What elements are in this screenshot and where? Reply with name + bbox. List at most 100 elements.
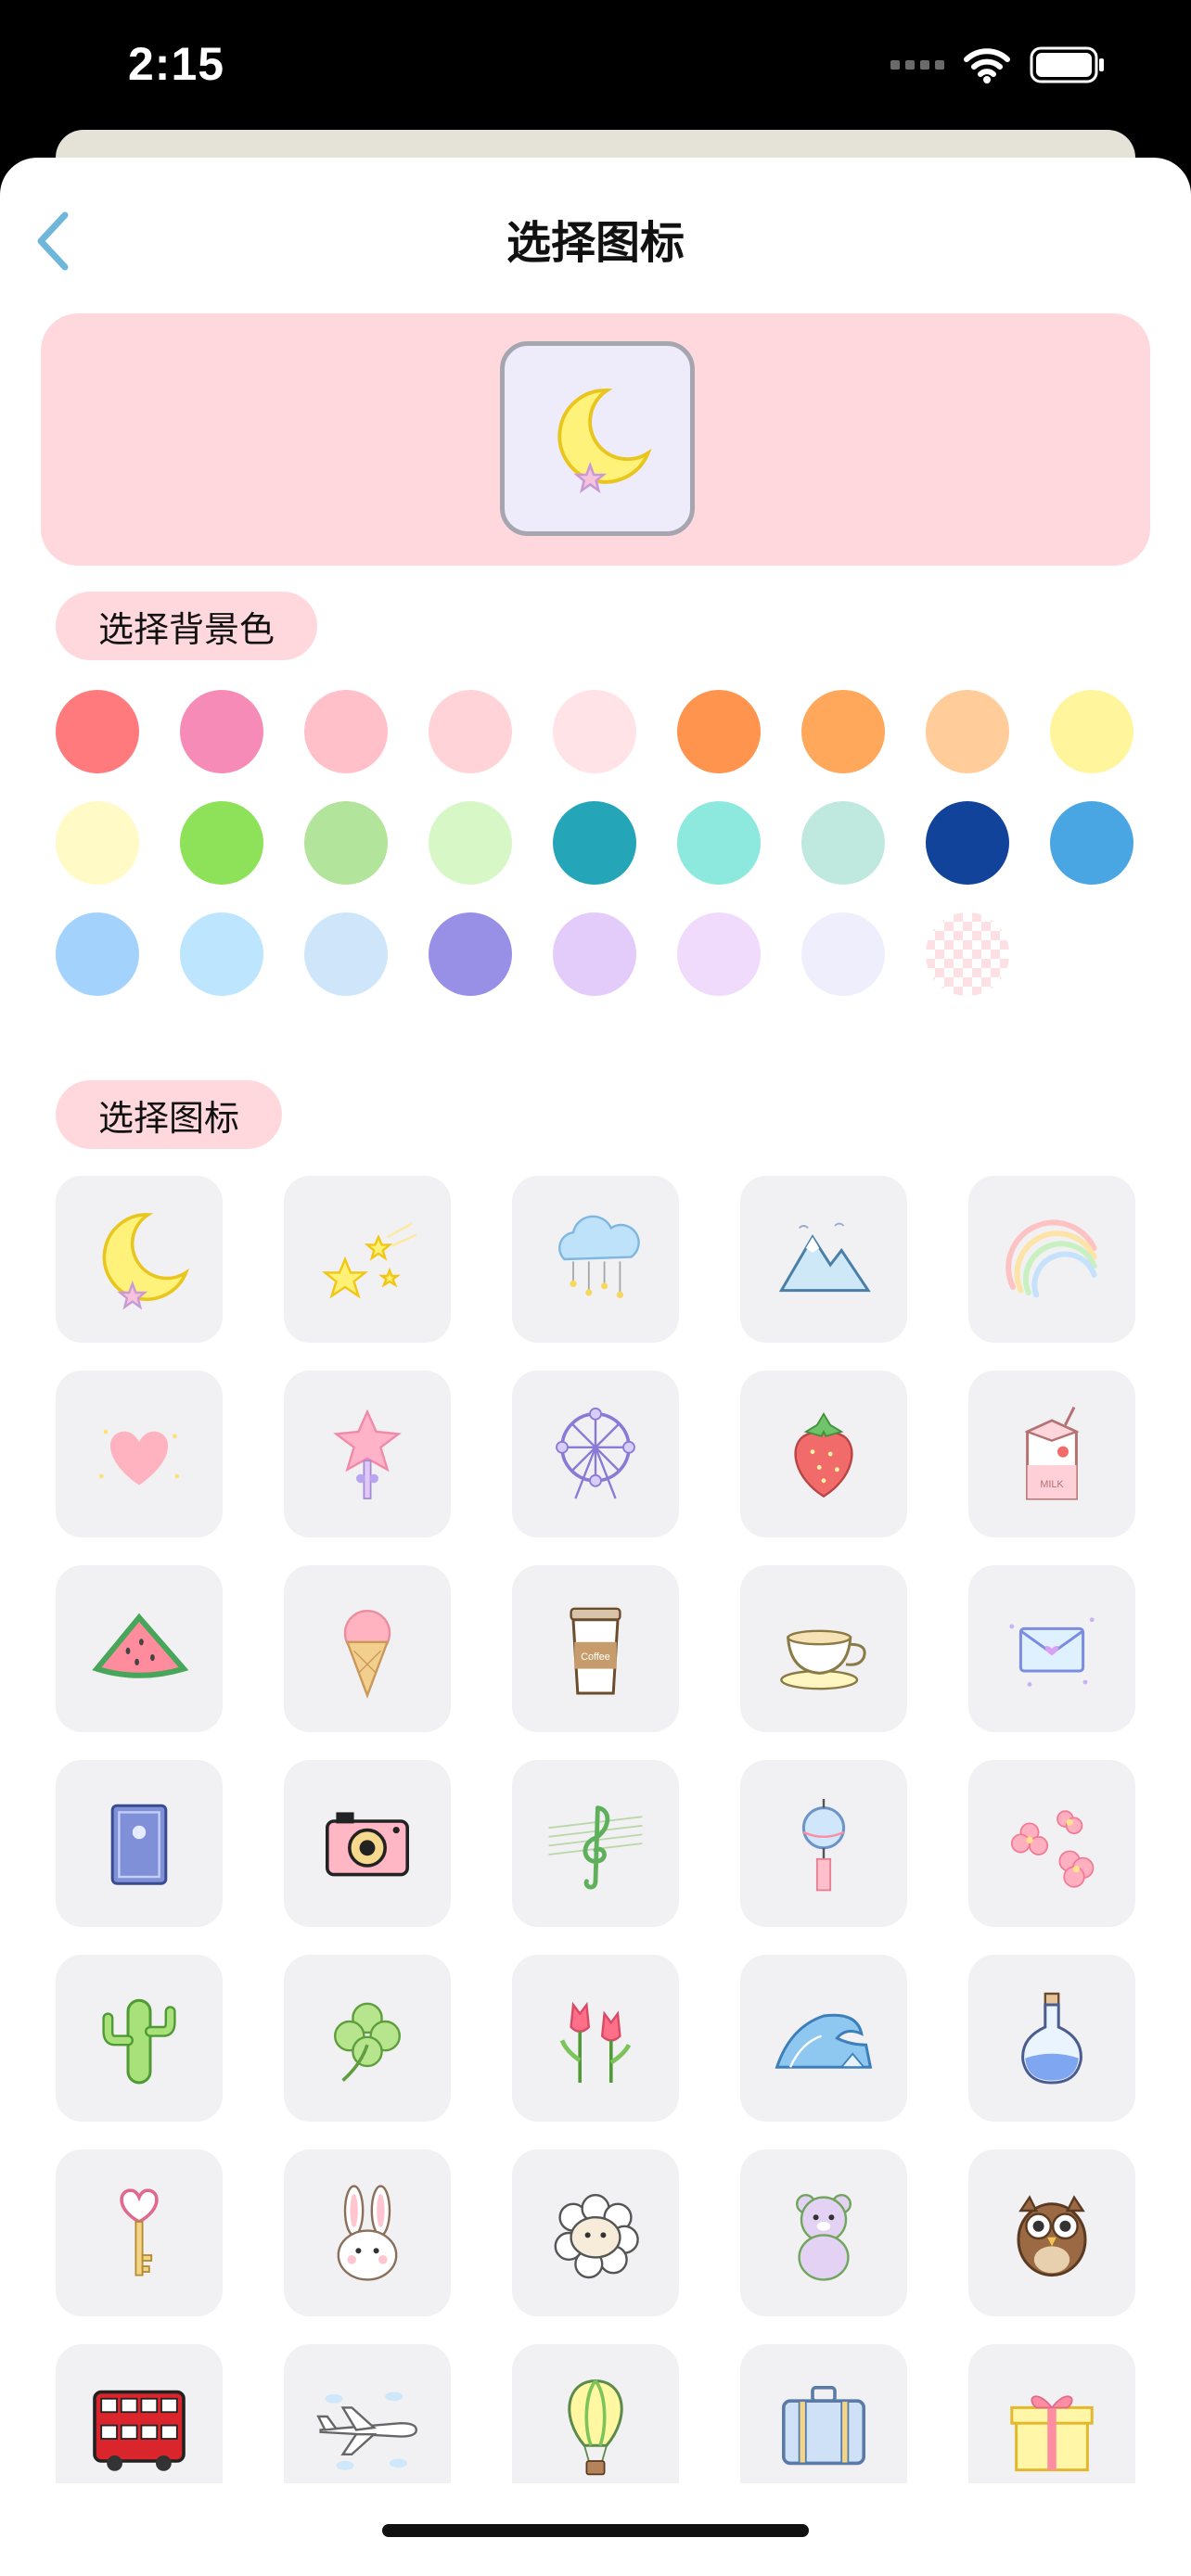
home-indicator (382, 2524, 809, 2537)
suitcase-icon (782, 2386, 865, 2466)
color-swatch[interactable] (677, 801, 761, 885)
icon-grid: MILK Coffee (56, 1176, 1135, 2483)
color-swatch[interactable] (56, 912, 139, 996)
icon-option-wave[interactable] (740, 1955, 907, 2122)
icon-option-milk-carton[interactable]: MILK (968, 1371, 1135, 1537)
cactus-icon (102, 1998, 176, 2085)
tulip-icon (559, 2001, 632, 2083)
color-swatch[interactable] (553, 801, 636, 885)
color-swatch[interactable] (801, 912, 885, 996)
icon-option-ice-cream[interactable] (284, 1565, 451, 1732)
envelope-icon (1009, 1617, 1095, 1687)
icon-preview-panel (41, 313, 1150, 566)
milk-carton-icon: MILK (1024, 1406, 1080, 1500)
color-swatch[interactable] (677, 912, 761, 996)
sheep-icon (554, 2194, 639, 2279)
cellular-signal-icon (890, 60, 944, 70)
potion-bottle-icon (1021, 1992, 1082, 2085)
status-indicators (890, 46, 1106, 83)
navigation-bar: 选择图标 (0, 158, 1191, 315)
icon-option-owl[interactable] (968, 2149, 1135, 2316)
color-swatch[interactable] (1050, 690, 1133, 773)
heart-icon (98, 1429, 180, 1486)
clover-icon (334, 2002, 401, 2082)
color-swatch[interactable] (926, 690, 1009, 773)
color-swatch[interactable] (180, 801, 263, 885)
icon-option-music-note[interactable] (512, 1760, 679, 1927)
icon-option-clover[interactable] (284, 1955, 451, 2122)
icon-option-watermelon[interactable] (56, 1565, 223, 1732)
icon-option-teacup[interactable] (740, 1565, 907, 1732)
icon-option-sakura[interactable] (968, 1760, 1135, 1927)
bus-icon (93, 2390, 186, 2471)
bunny-icon (337, 2185, 398, 2281)
icon-option-tulip[interactable] (512, 1955, 679, 2122)
wave-icon (775, 2013, 873, 2069)
color-swatch[interactable] (429, 801, 512, 885)
icon-option-gift[interactable] (968, 2344, 1135, 2483)
color-swatch[interactable] (801, 801, 885, 885)
color-swatch[interactable] (429, 690, 512, 773)
icon-option-bunny[interactable] (284, 2149, 451, 2316)
icon-option-rainbow[interactable] (968, 1176, 1135, 1343)
icon-option-shooting-stars[interactable] (284, 1176, 451, 1343)
battery-icon (1030, 46, 1104, 83)
status-time: 2:15 (128, 38, 225, 90)
gift-icon (1010, 2395, 1094, 2472)
color-swatch-transparent[interactable] (926, 912, 1009, 996)
color-swatch[interactable] (553, 912, 636, 996)
icon-option-bus[interactable] (56, 2344, 223, 2483)
icon-option-bear[interactable] (740, 2149, 907, 2316)
owl-icon (1017, 2195, 1087, 2277)
icon-option-airplane[interactable] (284, 2344, 451, 2483)
page-title: 选择图标 (506, 217, 685, 269)
icon-option-envelope[interactable] (968, 1565, 1135, 1732)
icon-option-mountain[interactable] (740, 1176, 907, 1343)
icon-option-ferris-wheel[interactable] (512, 1371, 679, 1537)
icon-option-suitcase[interactable] (740, 2344, 907, 2483)
color-swatch[interactable] (180, 690, 263, 773)
color-swatch[interactable] (553, 690, 636, 773)
color-swatch[interactable] (304, 801, 388, 885)
heart-key-icon (120, 2188, 159, 2276)
book-icon (110, 1804, 168, 1885)
color-swatch[interactable] (56, 690, 139, 773)
svg-text:Coffee: Coffee (581, 1651, 610, 1663)
icon-option-wind-chime[interactable] (740, 1760, 907, 1927)
coffee-cup-icon: Coffee (570, 1607, 621, 1695)
color-swatch[interactable] (1050, 801, 1133, 885)
icon-option-potion-bottle[interactable] (968, 1955, 1135, 2122)
color-swatch[interactable] (429, 912, 512, 996)
bear-icon (796, 2194, 852, 2281)
icon-option-heart-key[interactable] (56, 2149, 223, 2316)
icon-option-hot-air-balloon[interactable] (512, 2344, 679, 2483)
star-wand-icon (333, 1409, 402, 1499)
icon-option-cactus[interactable] (56, 1955, 223, 2122)
icon-option-moon[interactable] (56, 1176, 223, 1343)
icon-option-rain-cloud[interactable] (512, 1176, 679, 1343)
ferris-wheel-icon (556, 1407, 635, 1499)
preview-icon-box (500, 341, 695, 536)
color-swatch[interactable] (304, 912, 388, 996)
airplane-icon (316, 2391, 418, 2470)
shooting-stars-icon (321, 1222, 417, 1299)
color-swatch[interactable] (304, 690, 388, 773)
color-swatch[interactable] (926, 801, 1009, 885)
icon-option-book[interactable] (56, 1760, 223, 1927)
color-swatch[interactable] (180, 912, 263, 996)
icon-option-strawberry[interactable] (740, 1371, 907, 1537)
color-swatch[interactable] (677, 690, 761, 773)
icon-option-sheep[interactable] (512, 2149, 679, 2316)
icon-option-star-wand[interactable] (284, 1371, 451, 1537)
moon-icon (102, 1213, 190, 1310)
color-swatch[interactable] (801, 690, 885, 773)
icon-option-heart[interactable] (56, 1371, 223, 1537)
rainbow-icon (1005, 1219, 1097, 1298)
color-swatch[interactable] (56, 801, 139, 885)
icon-option-camera[interactable] (284, 1760, 451, 1927)
rain-cloud-icon (558, 1215, 640, 1298)
music-note-icon (548, 1805, 643, 1890)
watermelon-icon (92, 1613, 189, 1678)
camera-icon (326, 1812, 409, 1877)
icon-option-coffee-cup[interactable]: Coffee (512, 1565, 679, 1732)
